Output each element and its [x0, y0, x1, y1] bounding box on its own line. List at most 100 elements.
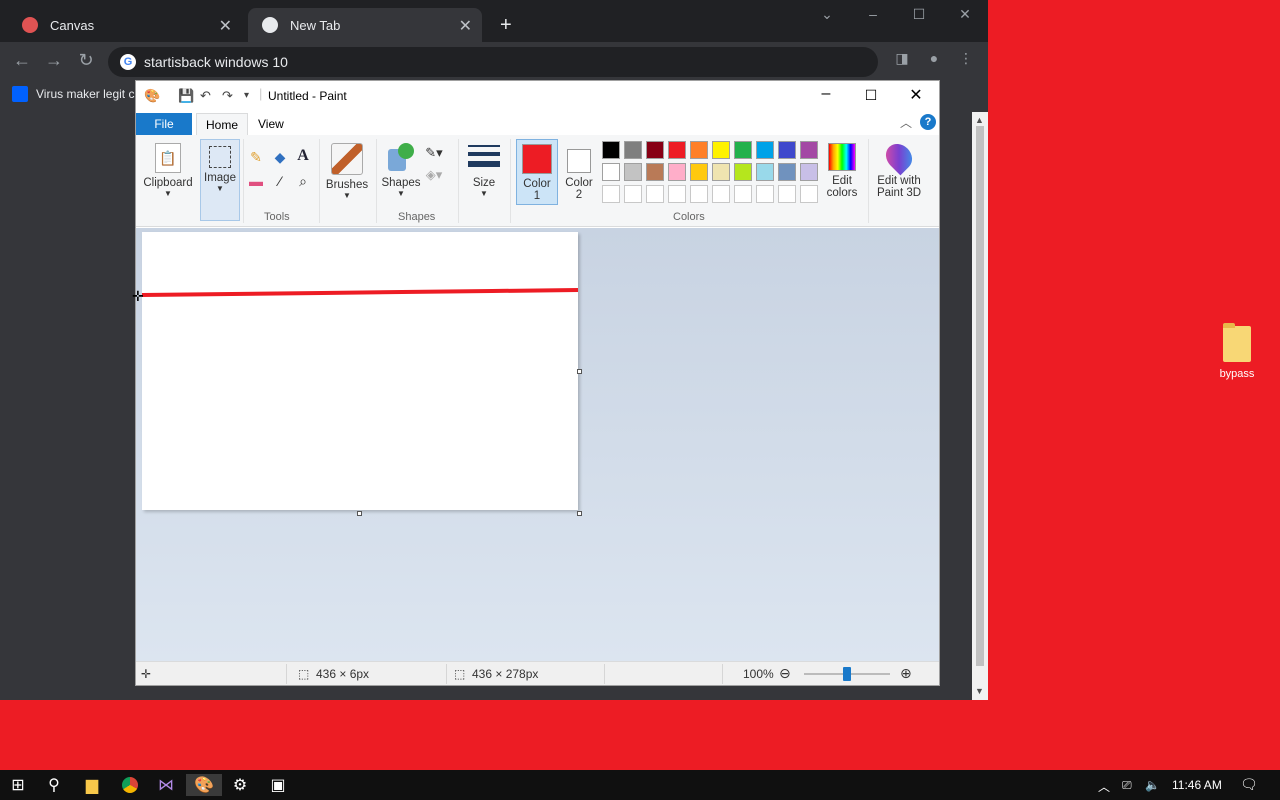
drawing-canvas[interactable] — [141, 232, 579, 510]
image-button[interactable]: Image ▼ — [200, 139, 240, 221]
palette-swatch[interactable] — [602, 185, 620, 203]
palette-swatch[interactable] — [690, 185, 708, 203]
outline-icon[interactable]: ✎▾ — [424, 145, 444, 161]
size-button[interactable]: Size ▼ — [464, 139, 504, 198]
palette-swatch[interactable] — [756, 163, 774, 181]
close-window-button[interactable]: ✕ — [950, 6, 980, 23]
menu-kebab-icon[interactable]: ⋮ — [954, 50, 978, 67]
edit-colors-button[interactable]: Edit colors — [822, 139, 862, 199]
close-tab-icon[interactable]: ✕ — [459, 16, 472, 36]
palette-swatch[interactable] — [646, 185, 664, 203]
tab-view[interactable]: View — [258, 117, 284, 131]
visual-studio-icon[interactable]: ⋈ — [148, 774, 184, 796]
palette-swatch[interactable] — [734, 141, 752, 159]
save-icon[interactable]: 💾 — [178, 88, 194, 104]
palette-swatch[interactable] — [624, 163, 642, 181]
palette-swatch[interactable] — [712, 141, 730, 159]
fill-bucket-icon[interactable]: ◆ — [270, 149, 290, 166]
palette-swatch[interactable] — [734, 163, 752, 181]
palette-swatch[interactable] — [646, 163, 664, 181]
shapes-button[interactable]: Shapes ▼ — [380, 139, 422, 198]
fill-icon[interactable]: ◈▾ — [424, 167, 444, 183]
palette-swatch[interactable] — [602, 163, 620, 181]
color2-button[interactable]: Color 2 — [560, 139, 598, 201]
eraser-icon[interactable]: ▬ — [246, 173, 266, 189]
minimize-button[interactable]: – — [806, 85, 846, 103]
profile-icon[interactable]: ● — [922, 50, 946, 66]
settings-gear-icon[interactable]: ⚙ — [222, 774, 258, 796]
search-icon[interactable]: ⚲ — [36, 774, 72, 796]
canvas-workspace[interactable]: ✛ — [132, 228, 939, 661]
palette-swatch[interactable] — [800, 141, 818, 159]
palette-swatch[interactable] — [668, 163, 686, 181]
scroll-thumb[interactable] — [976, 126, 984, 666]
palette-swatch[interactable] — [800, 163, 818, 181]
zoom-out-button[interactable]: ⊖ — [779, 665, 791, 682]
scroll-up-icon[interactable]: ▲ — [975, 115, 984, 125]
text-tool-icon[interactable]: A — [293, 147, 313, 165]
paint-taskbar-icon[interactable]: 🎨 — [186, 774, 222, 796]
collapse-ribbon-icon[interactable]: ︿ — [900, 114, 912, 131]
edit-paint3d-button[interactable]: Edit with Paint 3D — [872, 138, 926, 199]
tab-new-tab[interactable]: New Tab ✕ — [248, 8, 482, 42]
tray-overflow-icon[interactable]: ︿ — [1098, 778, 1110, 795]
remote-desktop-icon[interactable]: ▣ — [260, 774, 296, 796]
close-tab-icon[interactable]: ✕ — [219, 16, 232, 36]
tab-canvas[interactable]: Canvas ✕ — [8, 8, 242, 42]
clock-time[interactable]: 11:46 AM — [1172, 778, 1222, 792]
undo-icon[interactable]: ↶ — [200, 88, 211, 104]
bookmark-item[interactable]: Virus maker legit c — [12, 86, 134, 102]
palette-swatch[interactable] — [668, 141, 686, 159]
minimize-button[interactable]: – — [858, 6, 888, 22]
clipboard-button[interactable]: 📋 Clipboard ▼ — [142, 139, 194, 198]
network-icon[interactable]: ⎚ — [1122, 778, 1132, 793]
maximize-button[interactable]: ☐ — [904, 6, 934, 23]
palette-swatch[interactable] — [602, 141, 620, 159]
palette-swatch[interactable] — [778, 163, 796, 181]
brushes-button[interactable]: Brushes ▼ — [324, 139, 370, 200]
file-explorer-icon[interactable]: ▆ — [74, 774, 110, 796]
tab-file[interactable]: File — [136, 113, 192, 135]
desktop-folder-bypass[interactable]: bypass — [1210, 323, 1264, 380]
tab-home[interactable]: Home — [196, 113, 248, 135]
chrome-icon[interactable] — [112, 774, 148, 796]
color-picker-icon[interactable]: ⁄ — [270, 173, 290, 189]
palette-swatch[interactable] — [756, 141, 774, 159]
palette-swatch[interactable] — [712, 185, 730, 203]
pencil-icon[interactable]: ✎ — [246, 149, 266, 166]
maximize-button[interactable]: ☐ — [851, 87, 891, 104]
back-arrow-icon[interactable]: ← — [10, 50, 34, 71]
side-panel-icon[interactable]: ◨ — [890, 50, 914, 67]
magnifier-icon[interactable]: ⌕ — [293, 173, 313, 190]
page-scrollbar[interactable]: ▲ ▼ — [972, 112, 988, 700]
zoom-slider-thumb[interactable] — [843, 667, 851, 681]
palette-swatch[interactable] — [800, 185, 818, 203]
color1-button[interactable]: Color 1 — [516, 139, 558, 205]
zoom-in-button[interactable]: ⊕ — [900, 665, 912, 682]
help-button[interactable]: ? — [920, 114, 936, 130]
address-bar[interactable]: G startisback windows 10 — [108, 47, 878, 77]
palette-swatch[interactable] — [624, 185, 642, 203]
resize-handle-corner[interactable] — [577, 511, 582, 516]
customize-toolbar-icon[interactable]: ▾ — [244, 90, 249, 101]
palette-swatch[interactable] — [778, 185, 796, 203]
palette-swatch[interactable] — [734, 185, 752, 203]
volume-icon[interactable]: 🔈 — [1145, 778, 1160, 792]
palette-swatch[interactable] — [756, 185, 774, 203]
new-tab-button[interactable]: + — [500, 14, 512, 37]
tab-search-icon[interactable]: ⌄ — [812, 6, 842, 23]
palette-swatch[interactable] — [690, 141, 708, 159]
palette-swatch[interactable] — [646, 141, 664, 159]
reload-icon[interactable]: ↻ — [74, 50, 98, 71]
palette-swatch[interactable] — [778, 141, 796, 159]
resize-handle-right[interactable] — [577, 369, 582, 374]
close-button[interactable]: ✕ — [896, 85, 936, 105]
palette-swatch[interactable] — [624, 141, 642, 159]
scroll-down-icon[interactable]: ▼ — [975, 686, 984, 696]
forward-arrow-icon[interactable]: → — [42, 50, 66, 71]
palette-swatch[interactable] — [668, 185, 686, 203]
redo-icon[interactable]: ↷ — [222, 88, 233, 104]
notifications-icon[interactable]: 🗨 — [1240, 776, 1258, 793]
palette-swatch[interactable] — [712, 163, 730, 181]
start-windows-icon[interactable]: ⊞ — [0, 774, 36, 796]
